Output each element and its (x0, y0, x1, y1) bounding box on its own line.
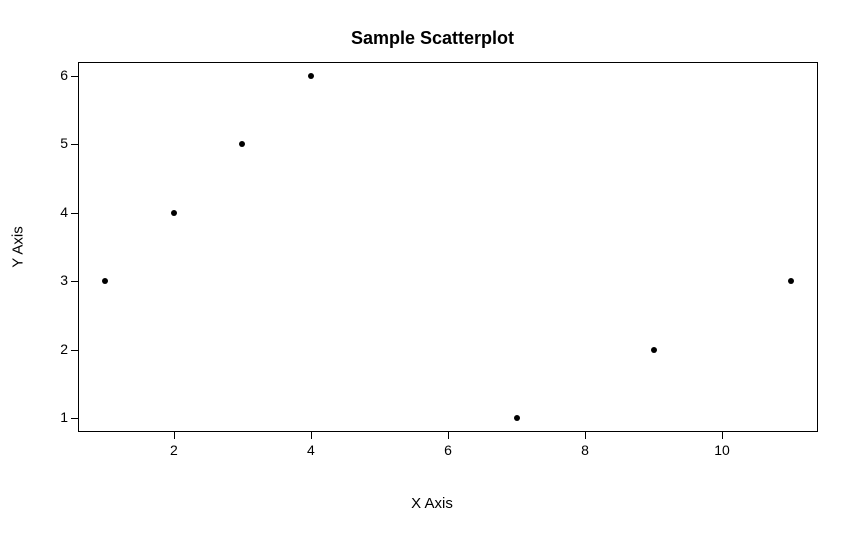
y-tick-mark (71, 418, 78, 419)
y-tick-label: 2 (48, 341, 68, 357)
y-tick-label: 6 (48, 67, 68, 83)
y-tick-label: 4 (48, 204, 68, 220)
x-tick-label: 8 (575, 442, 595, 458)
y-tick-mark (71, 350, 78, 351)
y-tick-label: 3 (48, 272, 68, 288)
x-tick-mark (585, 432, 586, 439)
x-tick-mark (311, 432, 312, 439)
data-point (102, 278, 108, 284)
data-point (788, 278, 794, 284)
data-point (308, 73, 314, 79)
x-tick-label: 2 (164, 442, 184, 458)
scatterplot-chart: Sample Scatterplot 246810123456 X Axis Y… (0, 0, 865, 539)
data-point (239, 141, 245, 147)
data-point (651, 347, 657, 353)
y-axis-label: Y Axis (10, 226, 27, 267)
plot-frame (78, 62, 818, 432)
x-tick-label: 6 (438, 442, 458, 458)
chart-title: Sample Scatterplot (0, 28, 865, 49)
data-point (514, 415, 520, 421)
y-tick-mark (71, 144, 78, 145)
x-tick-mark (722, 432, 723, 439)
y-tick-label: 5 (48, 135, 68, 151)
y-tick-mark (71, 76, 78, 77)
y-tick-mark (71, 281, 78, 282)
y-tick-label: 1 (48, 409, 68, 425)
x-tick-mark (448, 432, 449, 439)
x-tick-mark (174, 432, 175, 439)
x-tick-label: 10 (712, 442, 732, 458)
x-axis-label: X Axis (402, 495, 462, 512)
y-tick-mark (71, 213, 78, 214)
x-tick-label: 4 (301, 442, 321, 458)
data-point (171, 210, 177, 216)
